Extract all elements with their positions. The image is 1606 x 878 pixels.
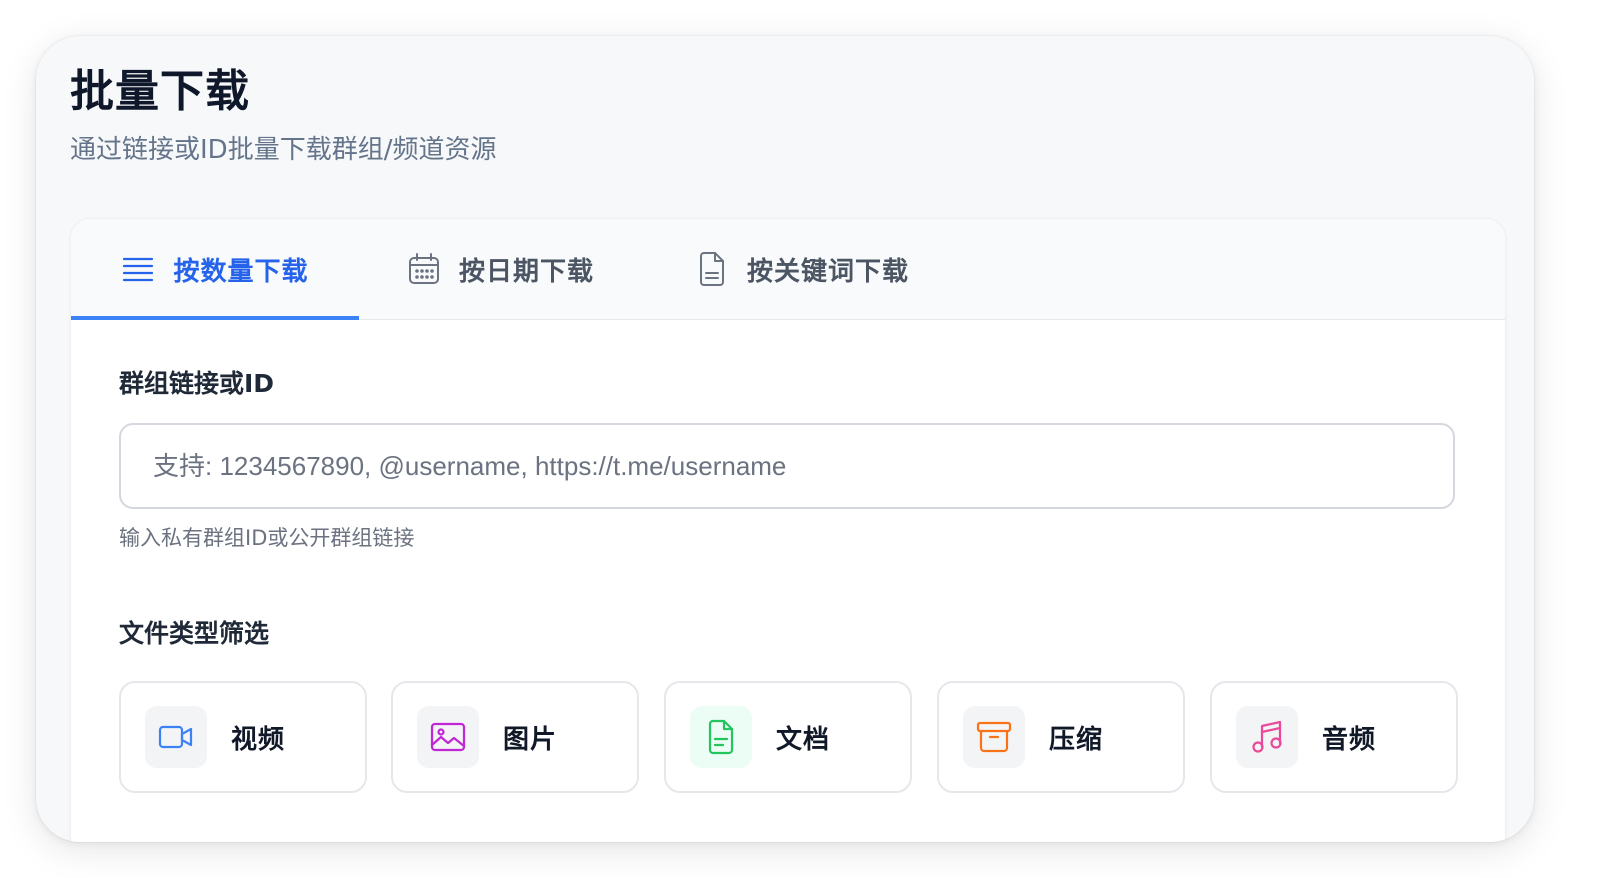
file-type-image[interactable]: 图片 [391, 681, 639, 793]
file-text-icon [690, 706, 752, 768]
file-type-audio[interactable]: 音频 [1210, 681, 1458, 793]
app-window: 批量下载 通过链接或ID批量下载群组/频道资源 按数量下载 按日期下载 按关键词… [36, 36, 1534, 842]
file-type-document[interactable]: 文档 [664, 681, 912, 793]
file-type-archive[interactable]: 压缩 [937, 681, 1185, 793]
file-type-document-label: 文档 [776, 724, 831, 755]
archive-icon [963, 706, 1025, 768]
tab-by-count-label: 按数量下载 [173, 256, 309, 287]
tab-by-count[interactable]: 按数量下载 [71, 219, 359, 320]
file-type-image-label: 图片 [503, 724, 558, 755]
file-type-video[interactable]: 视频 [119, 681, 367, 793]
video-icon [145, 706, 207, 768]
download-card: 按数量下载 按日期下载 按关键词下载 群组链接或ID 支持: 123456789… [70, 218, 1506, 842]
list-icon [121, 252, 155, 286]
file-type-grid: 视频 图片 文档 压缩 音频 [119, 681, 1459, 793]
tab-by-keyword[interactable]: 按关键词下载 [695, 219, 909, 319]
tab-by-date[interactable]: 按日期下载 [407, 219, 594, 319]
page-title: 批量下载 [70, 66, 250, 117]
tab-by-keyword-label: 按关键词下载 [747, 256, 910, 287]
group-link-input[interactable] [121, 425, 1453, 507]
group-input-wrapper [119, 423, 1455, 509]
music-icon [1236, 706, 1298, 768]
document-icon [695, 252, 729, 286]
tab-bar: 按数量下载 按日期下载 按关键词下载 [71, 219, 1505, 320]
file-type-audio-label: 音频 [1322, 724, 1377, 755]
image-icon [417, 706, 479, 768]
page-subtitle: 通过链接或ID批量下载群组/频道资源 [70, 135, 497, 165]
group-field-label: 群组链接或ID [119, 369, 275, 398]
calendar-icon [407, 252, 441, 286]
tab-by-date-label: 按日期下载 [459, 256, 595, 287]
file-type-archive-label: 压缩 [1049, 724, 1104, 755]
file-type-video-label: 视频 [231, 724, 286, 755]
group-field-hint: 输入私有群组ID或公开群组链接 [119, 526, 415, 550]
file-type-label: 文件类型筛选 [119, 619, 270, 648]
